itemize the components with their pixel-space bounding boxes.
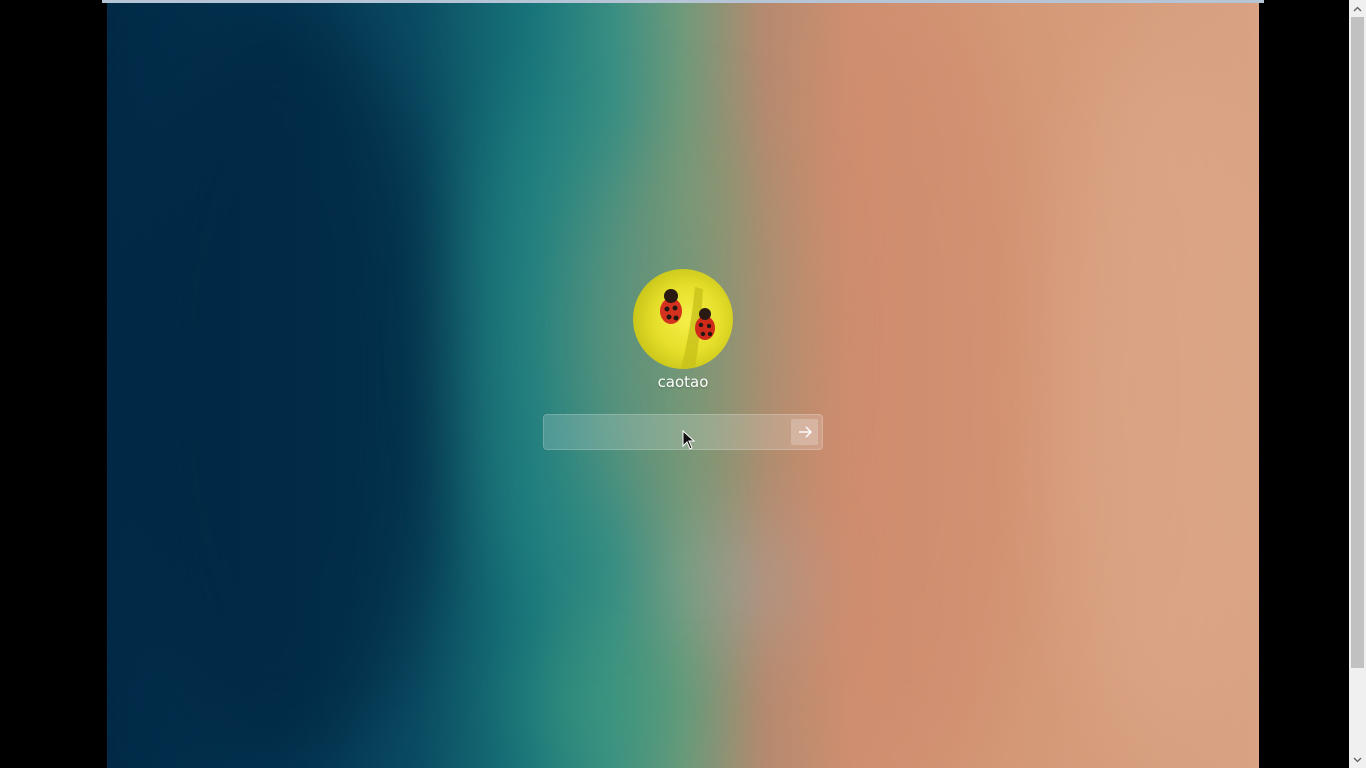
background-blur-shape	[527, 623, 697, 768]
username-label: caotao	[657, 373, 709, 391]
submit-button[interactable]	[791, 419, 818, 445]
background-blur-shape	[107, 3, 447, 768]
arrow-right-icon	[798, 426, 812, 438]
user-avatar	[633, 269, 733, 369]
ladybug-avatar-icon	[660, 287, 715, 369]
password-input[interactable]	[552, 422, 786, 444]
mouse-cursor-icon	[682, 430, 696, 450]
vertical-scrollbar[interactable]	[1349, 0, 1366, 768]
chevron-up-icon	[1353, 6, 1362, 11]
background-blur-shape	[1057, 43, 1259, 743]
scroll-down-button[interactable]	[1349, 751, 1366, 768]
background-blur-shape	[787, 3, 1047, 768]
scroll-up-button[interactable]	[1349, 0, 1366, 17]
scroll-thumb[interactable]	[1351, 17, 1364, 668]
screen: caotao	[0, 0, 1366, 768]
chevron-down-icon	[1353, 757, 1362, 762]
background-blur-shape	[667, 523, 807, 643]
